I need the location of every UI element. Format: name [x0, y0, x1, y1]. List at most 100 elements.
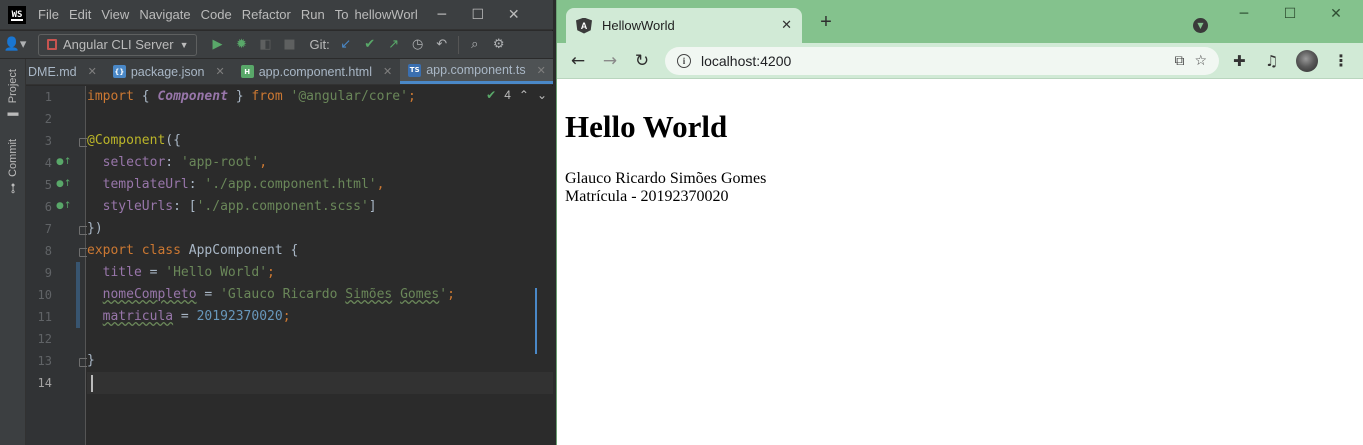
close-tab-icon[interactable]: ✕ — [781, 18, 792, 33]
stop-icon[interactable]: ■ — [277, 34, 301, 56]
toolbar-divider — [457, 35, 459, 54]
search-icon[interactable]: ⌕ — [463, 34, 487, 56]
commit-tab-label: Commit — [7, 139, 19, 177]
code-line: nomeCompleto = 'Glauco Ricardo Simões Go… — [102, 287, 455, 302]
chevron-down-icon: ▼ — [179, 39, 189, 50]
git-push-icon[interactable]: ↗ — [382, 34, 406, 56]
angular-config-icon — [47, 39, 57, 50]
close-icon[interactable]: ✕ — [383, 65, 392, 78]
git-commit-icon[interactable]: ✔ — [358, 34, 382, 56]
code-line: @Component({ — [87, 133, 181, 148]
debug-icon[interactable]: ✹ — [229, 34, 253, 56]
folder-icon: ▬ — [7, 109, 19, 122]
extensions-icon[interactable]: ✚ — [1233, 52, 1246, 70]
code-line: import { Component } from '@angular/core… — [87, 89, 416, 104]
menu-tools[interactable]: To — [335, 7, 349, 22]
webstorm-logo-icon: WS — [8, 5, 26, 24]
line-number: 6 — [44, 200, 52, 214]
project-title: hellowWorl — [354, 7, 418, 22]
tab-app-component-html[interactable]: H app.component.html ✕ — [233, 59, 400, 84]
menu-code[interactable]: Code — [201, 7, 232, 22]
line-number: 8 — [44, 244, 52, 258]
line-number: 3 — [44, 134, 52, 148]
back-icon[interactable]: ← — [567, 50, 589, 72]
ide-window: WS File Edit View Navigate Code Refactor… — [0, 0, 553, 445]
user-dropdown-icon[interactable]: 👤▾ — [0, 34, 30, 56]
line-number: 11 — [37, 310, 52, 324]
new-tab-button[interactable]: + — [815, 12, 837, 34]
bookmark-star-icon[interactable]: ☆ — [1194, 53, 1207, 69]
menu-navigate[interactable]: Navigate — [139, 7, 190, 22]
tab-label: package.json — [130, 64, 205, 79]
run-icon[interactable]: ▶ — [205, 34, 229, 56]
ide-maximize-icon[interactable]: ☐ — [460, 0, 496, 30]
line-number: 12 — [37, 332, 52, 346]
menu-view[interactable]: View — [101, 7, 129, 22]
profile-avatar[interactable] — [1296, 50, 1318, 72]
line-number: 5 — [44, 178, 52, 192]
line-number: 1 — [44, 90, 52, 104]
project-tool-tab[interactable]: ▬ Project — [4, 69, 22, 121]
implemented-marker-icon[interactable]: ●↑ — [56, 157, 71, 167]
code-editor[interactable]: import { Component } from '@angular/core… — [87, 86, 553, 445]
menu-refactor[interactable]: Refactor — [242, 7, 291, 22]
line-number: 9 — [44, 266, 52, 280]
inspection-count: 4 — [504, 88, 511, 102]
code-line: title = 'Hello World'; — [102, 265, 275, 280]
vcs-change-marker[interactable] — [76, 262, 80, 328]
inspection-widget[interactable]: ✔ 4 ⌃ ⌄ — [486, 88, 547, 102]
page-heading: Hello World — [565, 109, 728, 144]
more-menu-icon[interactable]: ⋮ — [1333, 51, 1349, 70]
ide-minimize-icon[interactable]: ─ — [424, 0, 460, 30]
close-icon[interactable]: ✕ — [537, 64, 546, 77]
browser-close-icon[interactable]: ✕ — [1313, 6, 1359, 26]
vcs-change-marker — [535, 288, 537, 354]
code-line: styleUrls: ['./app.component.scss'] — [102, 199, 377, 214]
coverage-icon[interactable]: ◧ — [253, 34, 277, 56]
editor-tabs: DME.md ✕ {} package.json ✕ H app.compone… — [26, 59, 553, 85]
git-update-icon[interactable]: ↙ — [334, 34, 358, 56]
browser-minimize-icon[interactable]: ─ — [1221, 6, 1267, 26]
ide-menubar: WS File Edit View Navigate Code Refactor… — [0, 0, 553, 30]
reload-icon[interactable]: ↻ — [631, 50, 653, 72]
git-label: Git: — [309, 37, 330, 52]
browser-tab-title: HellowWorld — [602, 18, 675, 33]
tab-readme[interactable]: DME.md ✕ — [26, 59, 105, 84]
commit-tool-tab[interactable]: ⊶ Commit — [4, 139, 22, 194]
translate-icon[interactable]: ⧉ — [1174, 53, 1184, 69]
line-number: 14 — [37, 376, 52, 390]
browser-titlebar: A HellowWorld ✕ + ▼ ─ ☐ ✕ — [557, 0, 1363, 43]
project-tab-label: Project — [7, 69, 19, 104]
implemented-marker-icon[interactable]: ●↑ — [56, 179, 71, 189]
tab-package-json[interactable]: {} package.json ✕ — [105, 59, 233, 84]
tab-app-component-ts[interactable]: TS app.component.ts ✕ — [400, 59, 553, 84]
close-icon[interactable]: ✕ — [88, 65, 97, 78]
run-config-select[interactable]: Angular CLI Server ▼ — [38, 33, 198, 56]
browser-maximize-icon[interactable]: ☐ — [1267, 6, 1313, 26]
menu-file[interactable]: File — [38, 7, 59, 22]
ts-file-icon: TS — [408, 63, 422, 77]
gear-icon[interactable]: ⚙ — [487, 34, 511, 56]
line-number: 2 — [44, 112, 52, 126]
media-control-icon[interactable]: ♫ — [1265, 52, 1278, 70]
close-icon[interactable]: ✕ — [216, 65, 225, 78]
implemented-marker-icon[interactable]: ●↑ — [56, 201, 71, 211]
address-bar[interactable]: i localhost:4200 ⧉ ☆ — [665, 47, 1219, 75]
chevron-up-icon[interactable]: ⌃ — [519, 88, 529, 102]
code-line: } — [87, 353, 95, 368]
tab-search-icon[interactable]: ▼ — [1193, 18, 1208, 33]
line-number: 13 — [37, 354, 52, 368]
chevron-down-icon[interactable]: ⌄ — [537, 88, 547, 102]
menu-edit[interactable]: Edit — [69, 7, 91, 22]
ide-close-icon[interactable]: ✕ — [496, 0, 532, 30]
site-info-icon[interactable]: i — [677, 54, 691, 68]
history-icon[interactable]: ◷ — [406, 34, 430, 56]
browser-window: A HellowWorld ✕ + ▼ ─ ☐ ✕ ← → ↻ i localh… — [556, 0, 1363, 445]
rollback-icon[interactable]: ↶ — [430, 34, 454, 56]
menu-run[interactable]: Run — [301, 7, 325, 22]
check-icon: ✔ — [486, 88, 497, 102]
url-text[interactable]: localhost:4200 — [701, 53, 1164, 69]
forward-icon[interactable]: → — [599, 50, 621, 72]
browser-tab[interactable]: A HellowWorld ✕ — [566, 8, 802, 43]
line-number: 10 — [37, 288, 52, 302]
